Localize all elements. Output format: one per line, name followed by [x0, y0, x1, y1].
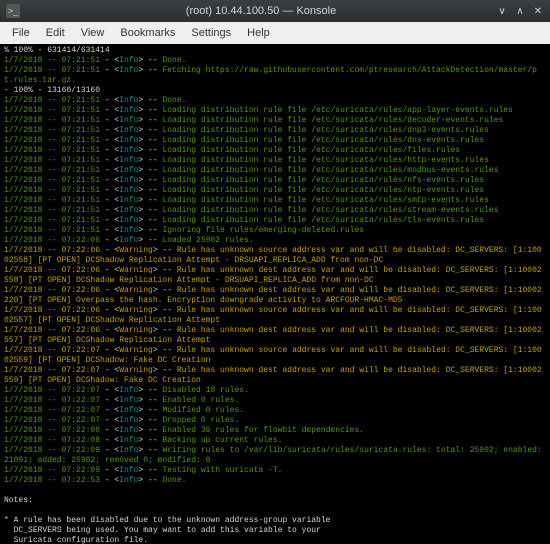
- terminal-line: 1/7/2018 -- 07:22:08 - <Info> -- Enabled…: [4, 426, 546, 436]
- notes-line: Suricata configuration file.: [4, 536, 546, 544]
- terminal-output[interactable]: % 100% - 631414/6314141/7/2018 -- 07:21:…: [0, 44, 550, 544]
- terminal-line: 1/7/2018 -- 07:21:51 - <Info> -- Loading…: [4, 106, 546, 116]
- terminal-line: 1/7/2018 -- 07:21:51 - <Info> -- Loading…: [4, 176, 546, 186]
- terminal-line: 1/7/2018 -- 07:22:53 - <Info> -- Done.: [4, 476, 546, 486]
- terminal-line: - 100% - 13160/13160: [4, 86, 546, 96]
- terminal-line: 1/7/2018 -- 07:21:51 - <Info> -- Done.: [4, 56, 546, 66]
- terminal-line: 1/7/2018 -- 07:22:06 - <Warning> -- Rule…: [4, 326, 546, 346]
- terminal-line: 1/7/2018 -- 07:21:51 - <Info> -- Loading…: [4, 206, 546, 216]
- terminal-line: % 100% - 631414/631414: [4, 46, 546, 56]
- terminal-line: 1/7/2018 -- 07:21:51 - <Info> -- Loading…: [4, 156, 546, 166]
- terminal-line: 1/7/2018 -- 07:21:51 - <Info> -- Loading…: [4, 136, 546, 146]
- terminal-line: 1/7/2018 -- 07:22:08 - <Info> -- Backing…: [4, 436, 546, 446]
- terminal-line: 1/7/2018 -- 07:22:09 - <Info> -- Writing…: [4, 446, 546, 466]
- terminal-line: 1/7/2018 -- 07:21:51 - <Info> -- Loading…: [4, 186, 546, 196]
- terminal-line: 1/7/2018 -- 07:22:07 - <Info> -- Enabled…: [4, 396, 546, 406]
- terminal-icon: >_: [6, 4, 20, 18]
- terminal-line: 1/7/2018 -- 07:21:51 - <Info> -- Loading…: [4, 196, 546, 206]
- maximize-button[interactable]: ∧: [514, 5, 526, 17]
- terminal-line: 1/7/2018 -- 07:21:51 - <Info> -- Loading…: [4, 166, 546, 176]
- menu-file[interactable]: File: [4, 24, 38, 42]
- terminal-line: 1/7/2018 -- 07:21:51 - <Info> -- Loading…: [4, 116, 546, 126]
- terminal-line: 1/7/2018 -- 07:21:51 - <Info> -- Loading…: [4, 146, 546, 156]
- terminal-line: 1/7/2018 -- 07:22:06 - <Warning> -- Rule…: [4, 306, 546, 326]
- terminal-line: 1/7/2018 -- 07:22:07 - <Info> -- Disable…: [4, 386, 546, 396]
- notes-line: DC_SERVERS being used. You may want to a…: [4, 526, 546, 536]
- menu-view[interactable]: View: [73, 24, 113, 42]
- window-title: (root) 10.44.100.50 — Konsole: [26, 5, 496, 17]
- terminal-line: 1/7/2018 -- 07:21:51 - <Info> -- Loading…: [4, 126, 546, 136]
- menu-help[interactable]: Help: [239, 24, 278, 42]
- terminal-line: 1/7/2018 -- 07:22:06 - <Warning> -- Rule…: [4, 246, 546, 266]
- menu-edit[interactable]: Edit: [38, 24, 73, 42]
- minimize-button[interactable]: ∨: [496, 5, 508, 17]
- terminal-line: 1/7/2018 -- 07:22:07 - <Info> -- Modifie…: [4, 406, 546, 416]
- terminal-line: 1/7/2018 -- 07:21:51 - <Info> -- Fetchin…: [4, 66, 546, 86]
- menu-bookmarks[interactable]: Bookmarks: [112, 24, 183, 42]
- terminal-line: 1/7/2018 -- 07:22:09 - <Info> -- Testing…: [4, 466, 546, 476]
- notes-header: Notes:: [4, 496, 546, 506]
- terminal-line: 1/7/2018 -- 07:22:07 - <Info> -- Dropped…: [4, 416, 546, 426]
- notes-line: * A rule has been disabled due to the un…: [4, 516, 546, 526]
- close-button[interactable]: ✕: [532, 5, 544, 17]
- menu-settings[interactable]: Settings: [183, 24, 239, 42]
- terminal-line: 1/7/2018 -- 07:22:06 - <Info> -- Loaded …: [4, 236, 546, 246]
- terminal-line: 1/7/2018 -- 07:22:06 - <Warning> -- Rule…: [4, 286, 546, 306]
- terminal-line: 1/7/2018 -- 07:21:51 - <Info> -- Ignorin…: [4, 226, 546, 236]
- terminal-line: 1/7/2018 -- 07:21:51 - <Info> -- Loading…: [4, 216, 546, 226]
- terminal-line: 1/7/2018 -- 07:22:06 - <Warning> -- Rule…: [4, 266, 546, 286]
- terminal-line: 1/7/2018 -- 07:21:51 - <Info> -- Done.: [4, 96, 546, 106]
- menu-bar: File Edit View Bookmarks Settings Help: [0, 22, 550, 44]
- terminal-line: 1/7/2018 -- 07:22:07 - <Warning> -- Rule…: [4, 366, 546, 386]
- terminal-line: 1/7/2018 -- 07:22:07 - <Warning> -- Rule…: [4, 346, 546, 366]
- window-titlebar: >_ (root) 10.44.100.50 — Konsole ∨ ∧ ✕: [0, 0, 550, 22]
